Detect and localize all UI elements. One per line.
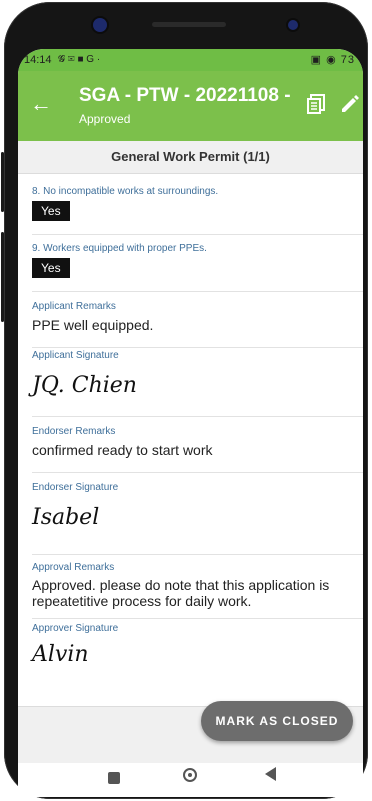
signature-image: Alvin [32,642,89,667]
phone-frame: 14:14 𝓖 ✉ ■ G · ▣ ◉ 73 ← SGA - PTW - 202… [1,2,368,799]
field-value: confirmed ready to start work [32,442,213,458]
section-header: General Work Permit (1/1) [18,141,363,174]
signature-field: Applicant Signature JQ. Chien [32,348,363,417]
page-title: SGA - PTW - 20221108 - 1 [79,85,297,106]
side-button [1,152,4,212]
android-nav-bar [18,763,363,797]
check-answer-badge: Yes [32,201,70,221]
status-time: 14:14 [24,54,52,66]
front-camera-icon [93,18,107,32]
signature-field: Approver Signature Alvin [32,619,363,675]
signature-image: Isabel [32,505,100,530]
field-value: Approved. please do note that this appli… [32,577,330,609]
bottom-action-bar: MARK AS CLOSED [18,701,363,763]
check-answer-badge: Yes [32,258,70,278]
pencil-icon[interactable] [339,93,359,115]
field-label: Approval Remarks [32,562,115,573]
sensor-icon [288,20,298,30]
remark-field: Endorser Remarks confirmed ready to star… [32,417,363,473]
permit-status: Approved [79,112,131,126]
check-item: 9. Workers equipped with proper PPEs. Ye… [32,235,363,292]
documents-icon[interactable] [306,93,326,115]
side-button [1,232,4,322]
mark-as-closed-button[interactable]: MARK AS CLOSED [201,701,353,741]
field-label: Endorser Remarks [32,426,116,437]
field-label: Applicant Remarks [32,301,116,312]
remark-field: Approval Remarks Approved. please do not… [32,555,363,619]
home-icon[interactable] [183,768,197,782]
app-screen: 14:14 𝓖 ✉ ■ G · ▣ ◉ 73 ← SGA - PTW - 202… [18,49,363,763]
status-bar: 14:14 𝓖 ✉ ■ G · ▣ ◉ 73 [18,49,363,71]
speaker-grille [152,22,226,27]
status-icons: ▣ ◉ 73 [310,54,355,66]
arrow-left-icon[interactable]: ← [30,91,52,117]
top-bezel [4,2,368,46]
field-label: Approver Signature [32,623,119,634]
field-value: PPE well equipped. [32,317,154,333]
check-label: 8. No incompatible works at surroundings… [32,186,219,197]
permit-details: 8. No incompatible works at surroundings… [18,174,363,675]
field-label: Endorser Signature [32,482,119,493]
signature-field: Endorser Signature Isabel [32,473,363,555]
back-triangle-icon[interactable] [265,767,276,781]
check-label: 9. Workers equipped with proper PPEs. [32,243,207,254]
signature-image: JQ. Chien [32,373,137,398]
notification-icons: 𝓖 ✉ ■ G · [58,54,101,65]
app-bar: ← SGA - PTW - 20221108 - 1 Approved [18,71,363,141]
field-label: Applicant Signature [32,350,119,361]
check-item: 8. No incompatible works at surroundings… [32,174,363,235]
remark-field: Applicant Remarks PPE well equipped. [32,292,363,348]
recents-icon[interactable] [108,772,120,784]
